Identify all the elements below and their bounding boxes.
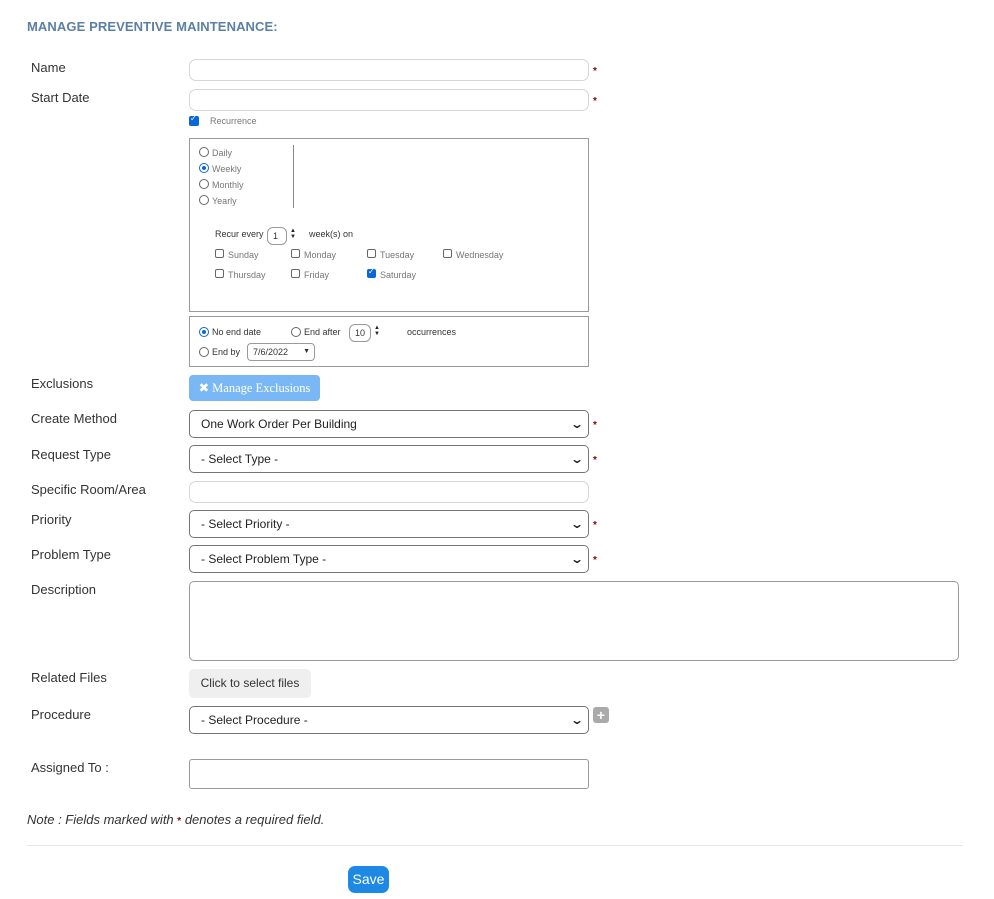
description-textarea[interactable] <box>189 581 959 661</box>
request-type-label: Request Type <box>31 447 111 462</box>
priority-value: - Select Priority - <box>201 517 290 531</box>
required-note: Note : Fields marked with * denotes a re… <box>27 812 324 827</box>
required-marker: * <box>593 455 597 466</box>
recurrence-label: Recurrence <box>210 116 257 126</box>
start-date-input[interactable] <box>189 89 589 111</box>
specific-room-input[interactable] <box>189 481 589 503</box>
day-tuesday-checkbox[interactable] <box>367 249 376 258</box>
radio-monthly[interactable] <box>199 179 209 189</box>
day-sunday-checkbox[interactable] <box>215 249 224 258</box>
problem-type-select[interactable]: - Select Problem Type - ⌄ <box>189 545 589 573</box>
create-method-label: Create Method <box>31 411 117 426</box>
description-label: Description <box>31 582 97 597</box>
radio-daily[interactable] <box>199 147 209 157</box>
day-tuesday-label: Tuesday <box>380 250 415 260</box>
required-marker: * <box>593 420 597 431</box>
add-procedure-button[interactable]: + <box>593 707 609 723</box>
related-files-label: Related Files <box>31 670 107 685</box>
recurrence-pattern-panel: Daily Weekly Monthly Yearly Recur every … <box>189 138 589 312</box>
divider <box>27 845 963 846</box>
pattern-weekly-label: Weekly <box>212 164 242 174</box>
chevron-down-icon: ⌄ <box>569 417 585 431</box>
recur-every-label: Recur every <box>215 229 264 239</box>
problem-type-value: - Select Problem Type - <box>201 552 327 566</box>
chevron-down-icon: ▼ <box>303 348 310 355</box>
priority-select[interactable]: - Select Priority - ⌄ <box>189 510 589 538</box>
day-friday-label: Friday <box>304 270 330 280</box>
required-marker: * <box>593 96 597 107</box>
end-by-date-value: 7/6/2022 <box>253 347 289 357</box>
note-suffix: denotes a required field. <box>184 812 325 827</box>
day-saturday-checkbox[interactable] <box>367 267 376 278</box>
weeks-on-label: week(s) on <box>309 229 354 239</box>
select-files-button[interactable]: Click to select files <box>189 669 311 698</box>
radio-end-after[interactable] <box>291 327 301 337</box>
radio-yearly[interactable] <box>199 195 209 205</box>
end-by-date-select[interactable]: 7/6/2022 ▼ <box>247 343 315 361</box>
pattern-yearly-label: Yearly <box>212 196 237 206</box>
end-by-label: End by <box>212 347 241 357</box>
day-thursday-label: Thursday <box>228 270 266 280</box>
end-after-label: End after <box>304 327 341 337</box>
radio-end-by[interactable] <box>199 347 209 357</box>
required-marker: * <box>593 555 597 566</box>
no-end-date-label: No end date <box>212 327 262 337</box>
exclusions-label: Exclusions <box>31 376 94 391</box>
recur-every-input[interactable]: 1 <box>267 227 287 245</box>
chevron-down-icon: ⌄ <box>569 517 585 531</box>
create-method-value: One Work Order Per Building <box>201 417 357 431</box>
pattern-divider <box>293 145 294 208</box>
occurrences-input[interactable]: 10 <box>349 324 371 342</box>
required-marker: * <box>593 520 597 531</box>
priority-label: Priority <box>31 512 72 527</box>
assigned-to-label: Assigned To : <box>31 760 109 775</box>
recur-every-stepper[interactable]: ▲ ▼ <box>290 228 296 240</box>
procedure-value: - Select Procedure - <box>201 713 308 727</box>
required-marker: * <box>593 66 597 77</box>
day-saturday-label: Saturday <box>380 270 417 280</box>
problem-type-label: Problem Type <box>31 547 111 562</box>
create-method-select[interactable]: One Work Order Per Building ⌄ <box>189 410 589 438</box>
day-friday-checkbox[interactable] <box>291 269 300 278</box>
procedure-label: Procedure <box>31 707 91 722</box>
name-input[interactable] <box>189 59 589 81</box>
name-label: Name <box>31 60 66 75</box>
day-wednesday-checkbox[interactable] <box>443 249 452 258</box>
day-wednesday-label: Wednesday <box>456 250 504 260</box>
manage-exclusions-button[interactable]: ✖ Manage Exclusions <box>189 375 320 401</box>
note-prefix: Note : Fields marked with <box>27 812 174 827</box>
procedure-select[interactable]: - Select Procedure - ⌄ <box>189 706 589 734</box>
save-button[interactable]: Save <box>348 866 389 893</box>
recurrence-checkbox[interactable] <box>189 114 199 126</box>
request-type-select[interactable]: - Select Type - ⌄ <box>189 445 589 473</box>
page-title: MANAGE PREVENTIVE MAINTENANCE: <box>27 19 278 34</box>
chevron-down-icon: ⌄ <box>569 552 585 566</box>
assigned-to-input[interactable] <box>189 759 589 789</box>
pattern-daily-label: Daily <box>212 148 233 158</box>
required-marker: * <box>177 816 182 827</box>
day-monday-checkbox[interactable] <box>291 249 300 258</box>
day-thursday-checkbox[interactable] <box>215 269 224 278</box>
radio-no-end-date[interactable] <box>199 327 209 337</box>
pattern-monthly-label: Monthly <box>212 180 244 190</box>
occurrences-label: occurrences <box>407 327 457 337</box>
chevron-down-icon: ⌄ <box>569 452 585 466</box>
start-date-label: Start Date <box>31 90 90 105</box>
day-sunday-label: Sunday <box>228 250 259 260</box>
recurrence-range-panel: No end date End after 10 ▲ ▼ occurrences … <box>189 316 589 367</box>
chevron-down-icon: ⌄ <box>569 713 585 727</box>
request-type-value: - Select Type - <box>201 452 279 466</box>
day-monday-label: Monday <box>304 250 337 260</box>
occurrences-stepper[interactable]: ▲ ▼ <box>374 325 380 337</box>
specific-room-label: Specific Room/Area <box>31 482 146 497</box>
radio-weekly[interactable] <box>199 163 209 173</box>
